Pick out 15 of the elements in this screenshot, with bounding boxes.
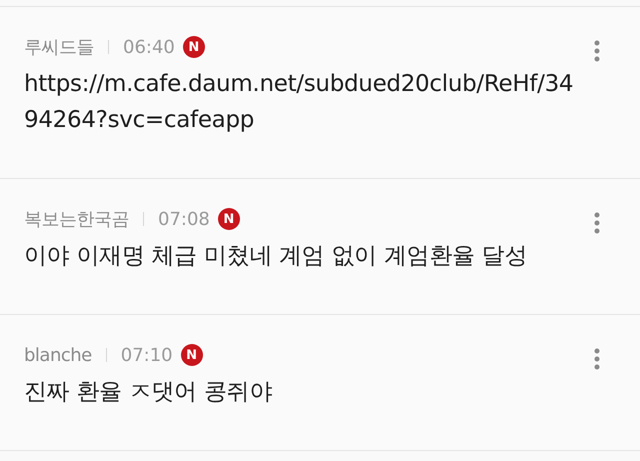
comment-text: 이야 이재명 체급 미쳤네 계엄 없이 계엄환율 달성 [24,242,528,271]
author-name: 루씨드들 [24,36,94,59]
more-icon[interactable] [594,212,600,234]
new-badge: N [180,344,203,366]
comment-time: 07:10 [120,344,173,366]
new-badge: N [182,36,205,58]
author-name: blanche [24,344,92,366]
more-icon[interactable] [594,348,600,370]
comment-text: 진짜 환율 ㅈ댓어 콩쥐야 [24,378,274,407]
comment-time: 07:08 [158,208,210,230]
more-icon[interactable] [594,40,600,62]
comment-text: https://m.cafe.daum.net/subdued20club/ReHf/3494264?svc=cafeapp [24,70,574,135]
author-name: 복보는한국곰 [24,208,129,231]
new-badge: N [218,208,240,230]
comment-time: 06:40 [123,36,175,58]
